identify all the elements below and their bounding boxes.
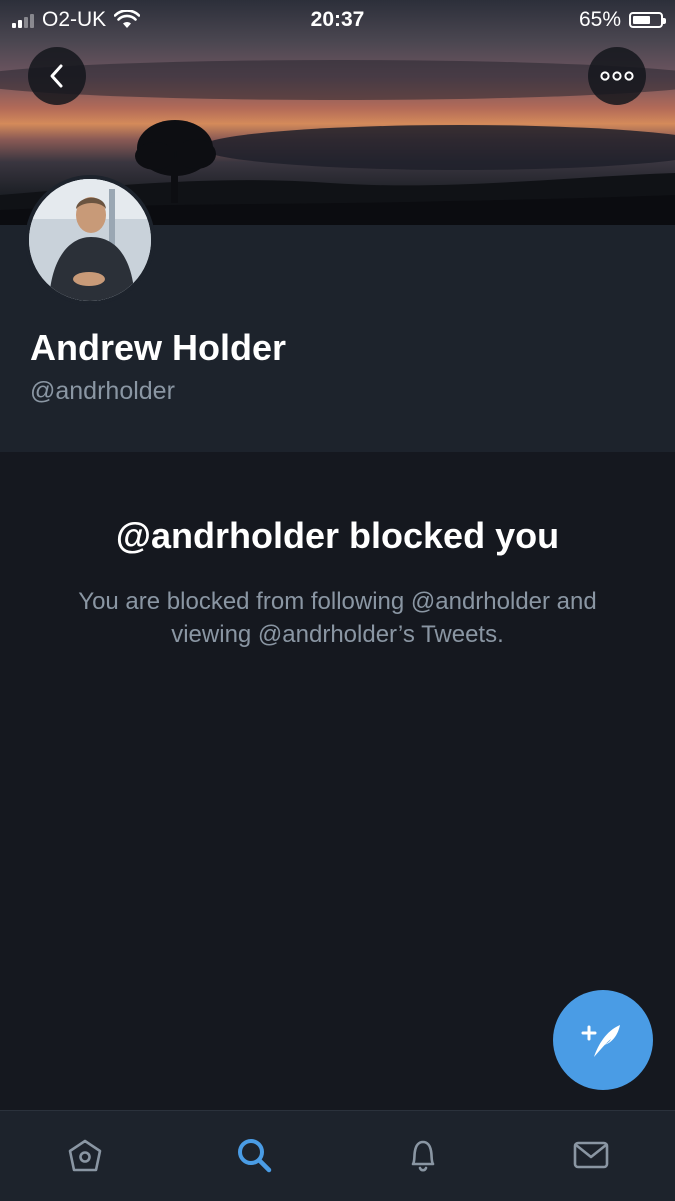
battery-percent: 65% xyxy=(578,8,621,31)
tab-notifications[interactable] xyxy=(401,1133,445,1177)
blocked-title: @andrholder blocked you xyxy=(115,515,560,556)
bell-icon xyxy=(411,1140,435,1172)
back-button[interactable] xyxy=(28,47,86,105)
tab-search[interactable] xyxy=(232,1133,276,1177)
search-icon xyxy=(238,1139,272,1173)
status-bar: O2-UK 20:37 65% xyxy=(0,0,675,38)
blocked-message: You are blocked from following @andrhold… xyxy=(78,588,597,648)
banner-tree xyxy=(135,120,216,203)
more-options-button[interactable] xyxy=(588,47,646,105)
battery-icon xyxy=(629,12,666,28)
more-horizontal-icon xyxy=(600,71,634,81)
mail-icon xyxy=(573,1141,609,1169)
tab-messages[interactable] xyxy=(569,1133,613,1177)
home-icon xyxy=(68,1139,102,1172)
battery-fill xyxy=(633,16,650,24)
avatar[interactable] xyxy=(25,175,155,305)
username-handle: @andrholder xyxy=(30,377,175,405)
tab-home[interactable] xyxy=(63,1133,107,1177)
status-time: 20:37 xyxy=(310,8,365,31)
compose-tweet-button[interactable] xyxy=(553,990,653,1090)
tab-bar xyxy=(0,1110,675,1201)
compose-tweet-icon xyxy=(581,1025,620,1057)
banner-cloud xyxy=(0,60,675,100)
avatar-photo xyxy=(29,179,151,301)
chevron-left-icon xyxy=(50,64,63,88)
status-right: 65% xyxy=(578,8,666,32)
display-name: Andrew Holder xyxy=(30,327,287,368)
